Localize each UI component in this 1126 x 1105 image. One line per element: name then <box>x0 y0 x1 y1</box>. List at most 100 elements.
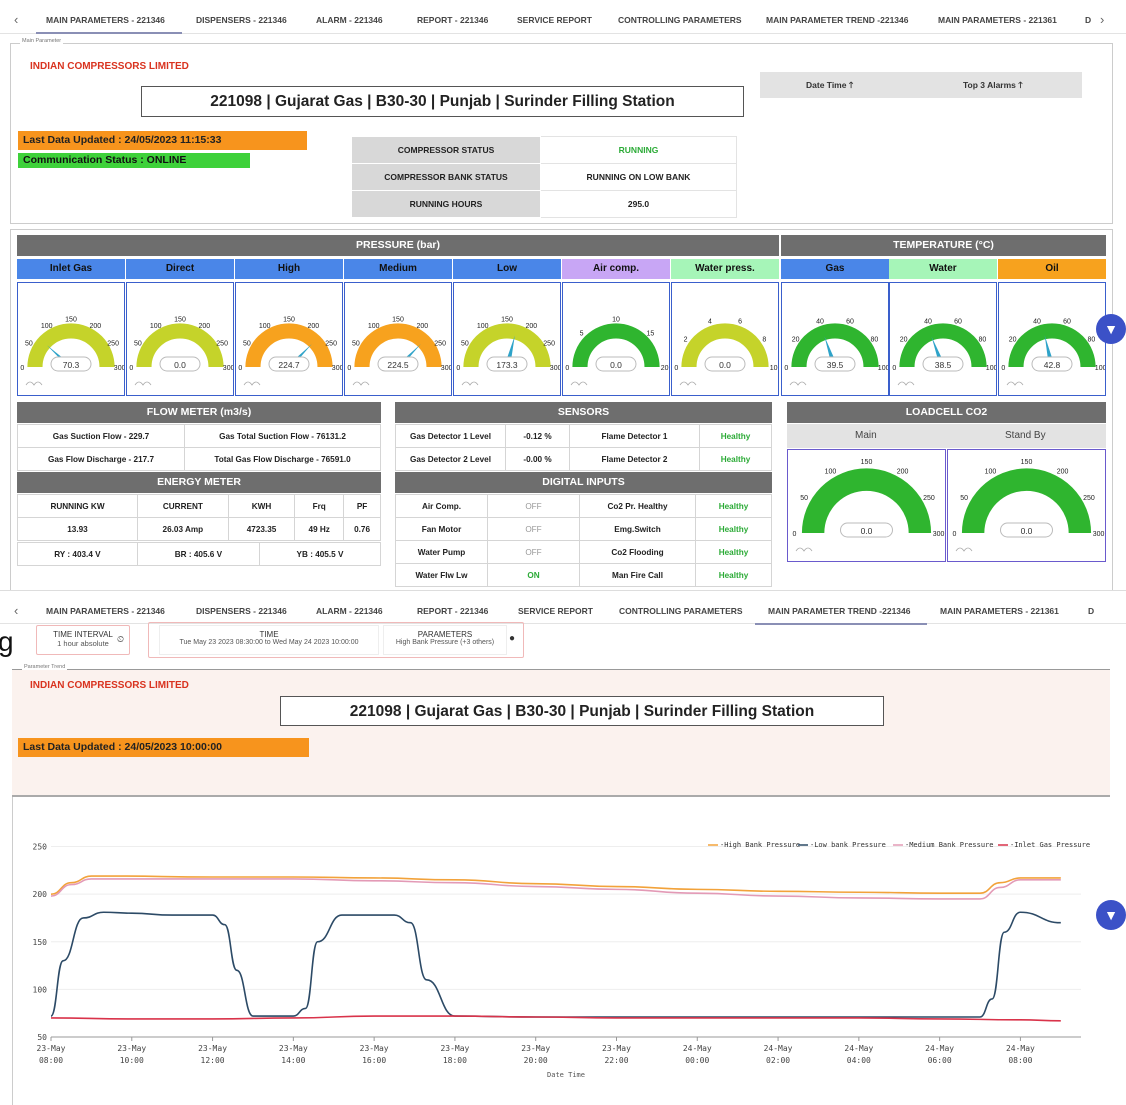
legend-label: -High Bank Pressure <box>720 841 800 849</box>
gauge-tick-label: 250 <box>1083 495 1095 502</box>
series-line-low-bank-pressure <box>50 911 1061 1018</box>
filter-button[interactable]: ▼ <box>1096 900 1126 930</box>
gauge-tick-label: 80 <box>870 336 878 343</box>
y-tick-label: 100 <box>33 985 48 994</box>
tab-d[interactable]: D <box>1088 606 1094 616</box>
x-tick-label: 06:00 <box>928 1056 952 1065</box>
gauge-tick-label: 0 <box>784 365 788 372</box>
tab-alarm[interactable]: ALARM - 221346 <box>316 15 383 25</box>
gauge-tick-label: 0 <box>952 531 956 538</box>
tab-report[interactable]: REPORT - 221346 <box>417 606 488 616</box>
status-label: COMPRESSOR STATUS <box>351 136 541 164</box>
tab-controlling-parameters[interactable]: CONTROLLING PARAMETERS <box>618 15 742 25</box>
gauge-water-press-: 0 2 4 6 8 10 0.0 <box>671 282 779 396</box>
tab-main-parameters-221346[interactable]: MAIN PARAMETERS - 221346 <box>46 15 165 25</box>
gauge-tick-label: 50 <box>134 341 142 348</box>
gauge-tick-label: 50 <box>800 495 808 502</box>
x-tick-label: 10:00 <box>120 1056 144 1065</box>
gauge-sparkline-icon <box>243 381 261 386</box>
gauge-tick-label: 300 <box>332 365 342 372</box>
x-axis-label: Date Time <box>547 1071 585 1079</box>
date-time-button[interactable]: Date Time 🡑 <box>806 80 853 94</box>
gauge-tick-label: 100 <box>986 365 996 372</box>
sensor-name: Gas Detector 1 Level <box>395 424 506 448</box>
parameters-control[interactable]: PARAMETERS High Bank Pressure (+3 others… <box>383 625 507 655</box>
tab-scroll-left-icon[interactable]: ‹ <box>14 603 18 618</box>
digital-inputs-header: DIGITAL INPUTS <box>395 472 772 493</box>
gauge-sparkline-icon <box>461 381 479 386</box>
tab-dispensers[interactable]: DISPENSERS - 221346 <box>196 15 287 25</box>
gauge-header-direct: Direct <box>126 259 234 279</box>
gauge-header-gas: Gas <box>781 259 889 279</box>
tab-report[interactable]: REPORT - 221346 <box>417 15 488 25</box>
active-tab-indicator <box>755 623 927 625</box>
tab-main-parameter-trend[interactable]: MAIN PARAMETER TREND -221346 <box>768 606 910 616</box>
gauge-tick-label: 8 <box>762 336 766 343</box>
tab-scroll-left-icon[interactable]: ‹ <box>14 12 18 27</box>
gauge-tick-label: 80 <box>978 336 986 343</box>
gauge-value: 0.0 <box>719 360 731 370</box>
loadcell-main-gauge: 0 50 100 150 200 250 300 0.0 <box>787 449 946 562</box>
clock-icon: ⏲ <box>117 634 125 644</box>
tab-alarm[interactable]: ALARM - 221346 <box>316 606 383 616</box>
tab-main-parameter-trend[interactable]: MAIN PARAMETER TREND -221346 <box>766 15 908 25</box>
tab-main-parameters-221346[interactable]: MAIN PARAMETERS - 221346 <box>46 606 165 616</box>
flow-cell: Gas Suction Flow - 229.7 <box>17 424 185 448</box>
gauge-header-high: High <box>235 259 343 279</box>
time-interval-control[interactable]: TIME INTERVAL 1 hour absolute ⏲ <box>36 625 130 655</box>
top-alarms-button[interactable]: Top 3 Alarms 🡑 <box>963 80 1023 94</box>
tab-service-report[interactable]: SERVICE REPORT <box>517 15 592 25</box>
filter-button[interactable]: ▼ <box>1096 314 1126 344</box>
tab-service-report[interactable]: SERVICE REPORT <box>518 606 593 616</box>
x-tick-label: 00:00 <box>685 1056 709 1065</box>
gauge-header-inlet-gas: Inlet Gas <box>17 259 125 279</box>
x-tick-label: 23-May <box>279 1044 308 1053</box>
y-tick-label: 50 <box>37 1033 47 1042</box>
filter-icon: ▼ <box>1104 321 1118 337</box>
gauge-tick-label: 300 <box>441 365 451 372</box>
bottom-tab-bar: ‹ MAIN PARAMETERS - 221346 DISPENSERS - … <box>0 590 1126 625</box>
tab-main-parameters-221361[interactable]: MAIN PARAMETERS - 221361 <box>938 15 1057 25</box>
input-state: ON <box>487 563 580 587</box>
input-name: Water Pump <box>395 540 488 564</box>
tab-main-parameters-221361[interactable]: MAIN PARAMETERS - 221361 <box>940 606 1059 616</box>
x-tick-label: 14:00 <box>281 1056 305 1065</box>
x-tick-label: 24-May <box>925 1044 954 1053</box>
gauge-air-comp-: 0 5 10 15 20 0.0 <box>562 282 670 396</box>
status-value: RUNNING ON LOW BANK <box>540 163 737 191</box>
gauge-high: 0 50 100 150 200 250 300 224.7 <box>235 282 344 396</box>
legend-label: -Low bank Pressure <box>810 841 886 849</box>
gauge-value: 39.5 <box>827 360 844 370</box>
tab-dispensers[interactable]: DISPENSERS - 221346 <box>196 606 287 616</box>
gauge-tick-label: 40 <box>816 319 824 326</box>
x-tick-label: 23-May <box>360 1044 389 1053</box>
x-tick-label: 04:00 <box>847 1056 871 1065</box>
gauge-header-medium: Medium <box>344 259 452 279</box>
y-tick-label: 200 <box>33 890 48 899</box>
last-updated-bar: Last Data Updated : 24/05/2023 10:00:00 <box>18 738 309 757</box>
gauge-value: 0.0 <box>861 526 873 536</box>
flow-meter-header: FLOW METER (m3/s) <box>17 402 381 423</box>
input-state: OFF <box>487 494 580 518</box>
gauge-tick-label: 0 <box>20 365 24 372</box>
gauge-tick-label: 0 <box>892 365 896 372</box>
voltage-table: RY : 403.4 V BR : 405.6 V YB : 405.5 V <box>17 542 382 566</box>
loadcell-header: LOADCELL CO2 <box>787 402 1106 423</box>
gauge-tick-label: 150 <box>861 459 873 466</box>
x-tick-label: 23-May <box>440 1044 469 1053</box>
time-range-control[interactable]: TIME Tue May 23 2023 08:30:00 to Wed May… <box>159 625 379 655</box>
tab-d[interactable]: D <box>1085 15 1091 25</box>
flow-cell: Gas Total Suction Flow - 76131.2 <box>184 424 381 448</box>
x-tick-label: 16:00 <box>362 1056 386 1065</box>
gauge-sparkline-icon <box>134 381 152 386</box>
gauge-value: 173.3 <box>496 360 518 370</box>
gauge-sparkline-icon <box>25 381 43 386</box>
gauge-tick-label: 300 <box>114 365 124 372</box>
tab-controlling-parameters[interactable]: CONTROLLING PARAMETERS <box>619 606 743 616</box>
gauge-value: 38.5 <box>935 360 952 370</box>
tab-scroll-right-icon[interactable]: › <box>1100 12 1104 27</box>
globe-icon[interactable]: ● <box>509 633 515 644</box>
loadcell-standby-gauge: 0 50 100 150 200 250 300 0.0 <box>947 449 1106 562</box>
legend-label: -Inlet Gas Pressure <box>1010 841 1090 849</box>
gauge-tick-label: 4 <box>708 319 712 326</box>
